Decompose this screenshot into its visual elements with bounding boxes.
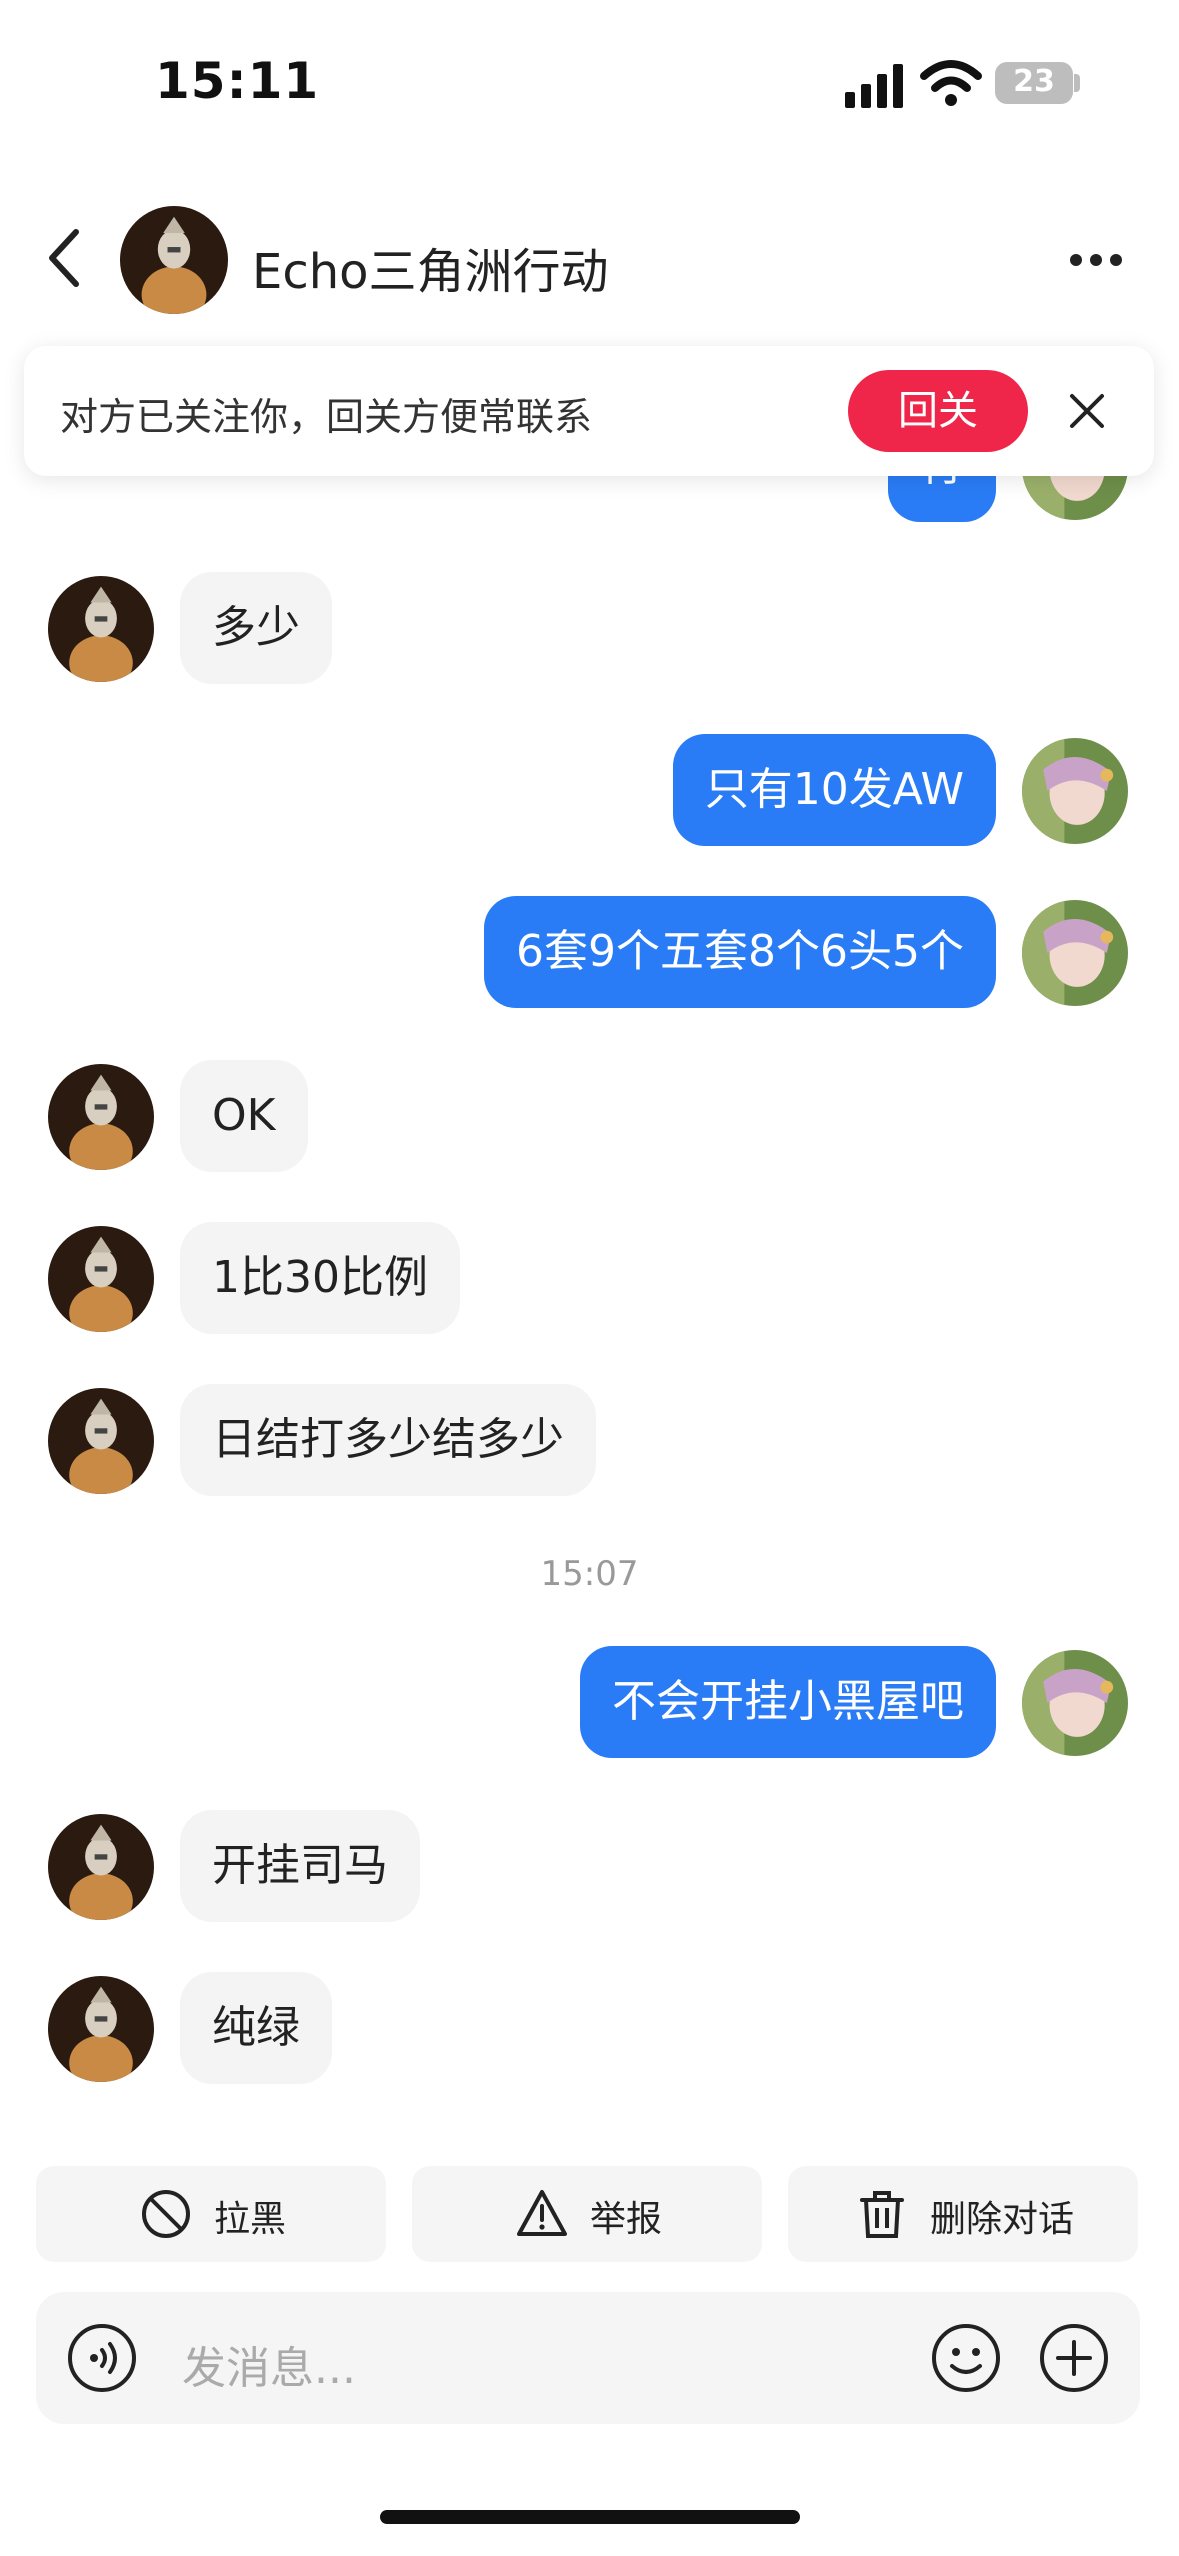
message-bubble-outgoing[interactable]: 只有10发AW: [672, 734, 996, 846]
contact-avatar[interactable]: [48, 1226, 154, 1332]
message-bubble-incoming[interactable]: 1比30比例: [180, 1222, 460, 1334]
follow-back-button[interactable]: 回关: [848, 370, 1028, 452]
message-bubble-incoming[interactable]: 日结打多少结多少: [180, 1384, 596, 1496]
message-bubble-outgoing[interactable]: 不会开挂小黑屋吧: [580, 1646, 996, 1758]
back-icon[interactable]: [44, 226, 84, 290]
message-bubble-outgoing[interactable]: 6套9个五套8个6头5个: [484, 896, 996, 1008]
battery-level: 23: [1013, 64, 1055, 99]
more-icon[interactable]: [1070, 252, 1122, 268]
trash-icon: [860, 2191, 904, 2238]
my-avatar[interactable]: [1022, 738, 1128, 844]
contact-avatar[interactable]: [48, 1388, 154, 1494]
message-timestamp: 15:07: [540, 1554, 639, 1594]
warning-icon: [517, 2190, 567, 2236]
contact-name[interactable]: Echo三角洲行动: [252, 232, 609, 302]
delete-label: 删除对话: [930, 2199, 1075, 2240]
message-bubble-incoming[interactable]: OK: [180, 1060, 308, 1172]
wifi-icon: [920, 60, 982, 106]
my-avatar[interactable]: [1022, 1650, 1128, 1756]
delete-conversation-button[interactable]: 删除对话: [788, 2166, 1138, 2262]
block-button[interactable]: 拉黑: [36, 2166, 386, 2262]
my-avatar[interactable]: [1022, 900, 1128, 1006]
block-label: 拉黑: [214, 2199, 287, 2240]
report-button[interactable]: 举报: [412, 2166, 762, 2262]
battery-indicator: 23: [995, 62, 1073, 104]
message-bubble-incoming[interactable]: 多少: [180, 572, 332, 684]
contact-avatar[interactable]: [48, 1976, 154, 2082]
battery-cap: [1074, 74, 1080, 92]
emoji-icon[interactable]: [930, 2322, 1002, 2394]
voice-icon[interactable]: [66, 2322, 138, 2394]
contact-avatar[interactable]: [48, 1814, 154, 1920]
follow-banner-text: 对方已关注你，回关方便常联系: [60, 395, 593, 439]
block-icon: [142, 2190, 190, 2238]
contact-avatar[interactable]: [48, 1064, 154, 1170]
cellular-signal-icon: [845, 64, 903, 108]
close-icon[interactable]: [1068, 392, 1106, 430]
report-label: 举报: [590, 2199, 663, 2240]
message-bubble-incoming[interactable]: 开挂司马: [180, 1810, 420, 1922]
message-input[interactable]: 发消息...: [182, 2332, 356, 2396]
contact-avatar[interactable]: [120, 206, 228, 314]
home-indicator[interactable]: [380, 2510, 800, 2524]
message-bubble-incoming[interactable]: 纯绿: [180, 1972, 332, 2084]
contact-avatar[interactable]: [48, 576, 154, 682]
status-time: 15:11: [155, 52, 320, 110]
plus-icon[interactable]: [1038, 2322, 1110, 2394]
